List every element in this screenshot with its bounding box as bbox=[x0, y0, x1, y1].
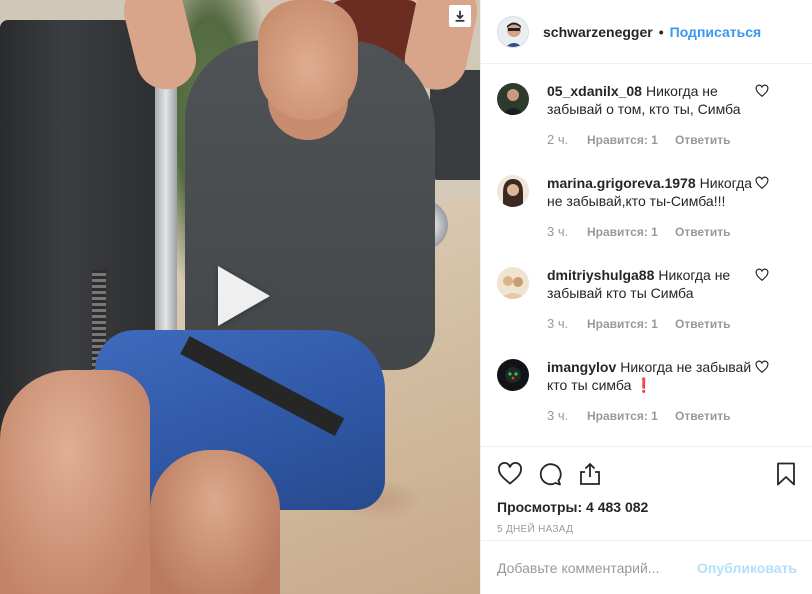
action-icon-row bbox=[497, 447, 797, 499]
comment-time[interactable]: 2 ч. bbox=[547, 132, 587, 147]
view-count[interactable]: Просмотры: 4 483 082 bbox=[497, 499, 797, 515]
comment-username[interactable]: 05_xdanilx_08 bbox=[547, 83, 642, 99]
commenter-avatar[interactable] bbox=[497, 267, 529, 299]
commenter-avatar[interactable] bbox=[497, 359, 529, 391]
comment-bubble-icon[interactable] bbox=[537, 461, 562, 486]
post-sidebar: schwarzenegger • Подписаться 05_xdanilx_… bbox=[480, 0, 812, 594]
post-actions: Просмотры: 4 483 082 5 дней назад bbox=[481, 446, 812, 535]
video-frame-head bbox=[258, 0, 358, 120]
follow-button[interactable]: Подписаться bbox=[670, 24, 762, 40]
post-header: schwarzenegger • Подписаться bbox=[481, 0, 812, 64]
comment-item: 05_xdanilx_08 Никогда не забывай о том, к… bbox=[497, 82, 796, 174]
header-separator: • bbox=[658, 23, 664, 40]
play-icon[interactable] bbox=[208, 262, 276, 330]
comment-likes[interactable]: Нравится: 1 bbox=[587, 317, 675, 331]
comment-username[interactable]: imangylov bbox=[547, 359, 616, 375]
comment-username[interactable]: marina.grigoreva.1978 bbox=[547, 175, 696, 191]
comment-likes[interactable]: Нравится: 1 bbox=[587, 409, 675, 423]
comment-time[interactable]: 3 ч. bbox=[547, 408, 587, 423]
comment-item: dmitriyshulga88 Никогда не забывай кто ты… bbox=[497, 266, 796, 358]
commenter-avatar[interactable] bbox=[497, 83, 529, 115]
reply-button[interactable]: Ответить bbox=[675, 133, 730, 147]
comment-time[interactable]: 3 ч. bbox=[547, 224, 587, 239]
add-comment-bar: Опубликовать bbox=[481, 540, 812, 594]
comment-item: imangylov Никогда не забывай кто ты симба… bbox=[497, 358, 796, 450]
author-avatar[interactable] bbox=[497, 15, 529, 48]
comment-time[interactable]: 3 ч. bbox=[547, 316, 587, 331]
share-icon[interactable] bbox=[577, 461, 601, 485]
bookmark-icon[interactable] bbox=[773, 461, 797, 486]
reply-button[interactable]: Ответить bbox=[675, 225, 730, 239]
author-username[interactable]: schwarzenegger bbox=[543, 24, 653, 40]
post-date[interactable]: 5 дней назад bbox=[497, 524, 797, 535]
heart-icon[interactable] bbox=[755, 176, 769, 190]
heart-icon[interactable] bbox=[755, 268, 769, 282]
video-player[interactable] bbox=[0, 0, 480, 594]
comment-likes[interactable]: Нравится: 1 bbox=[587, 225, 675, 239]
comment-list[interactable]: 05_xdanilx_08 Никогда не забывай о том, к… bbox=[481, 64, 812, 450]
comment-item: marina.grigoreva.1978 Никогда не забывай,… bbox=[497, 174, 796, 266]
like-heart-icon[interactable] bbox=[497, 461, 522, 485]
commenter-avatar[interactable] bbox=[497, 175, 529, 207]
heart-icon[interactable] bbox=[755, 84, 769, 98]
video-frame-left-leg bbox=[0, 370, 150, 594]
download-icon[interactable] bbox=[449, 5, 471, 27]
instagram-post: schwarzenegger • Подписаться 05_xdanilx_… bbox=[0, 0, 812, 594]
heart-icon[interactable] bbox=[755, 360, 769, 374]
comment-username[interactable]: dmitriyshulga88 bbox=[547, 267, 654, 283]
reply-button[interactable]: Ответить bbox=[675, 317, 730, 331]
reply-button[interactable]: Ответить bbox=[675, 409, 730, 423]
comment-input[interactable] bbox=[497, 559, 698, 576]
publish-button[interactable]: Опубликовать bbox=[697, 560, 797, 576]
comment-likes[interactable]: Нравится: 1 bbox=[587, 133, 675, 147]
video-frame-right-leg bbox=[150, 450, 280, 594]
